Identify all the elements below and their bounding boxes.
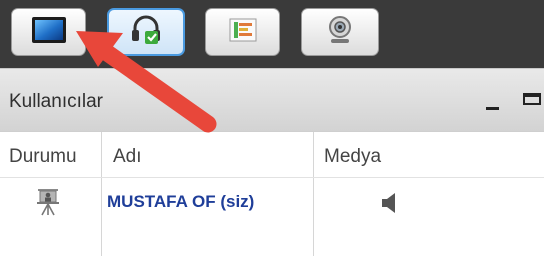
tutorial-arrow — [76, 31, 217, 133]
arrow-shaft — [97, 43, 217, 133]
